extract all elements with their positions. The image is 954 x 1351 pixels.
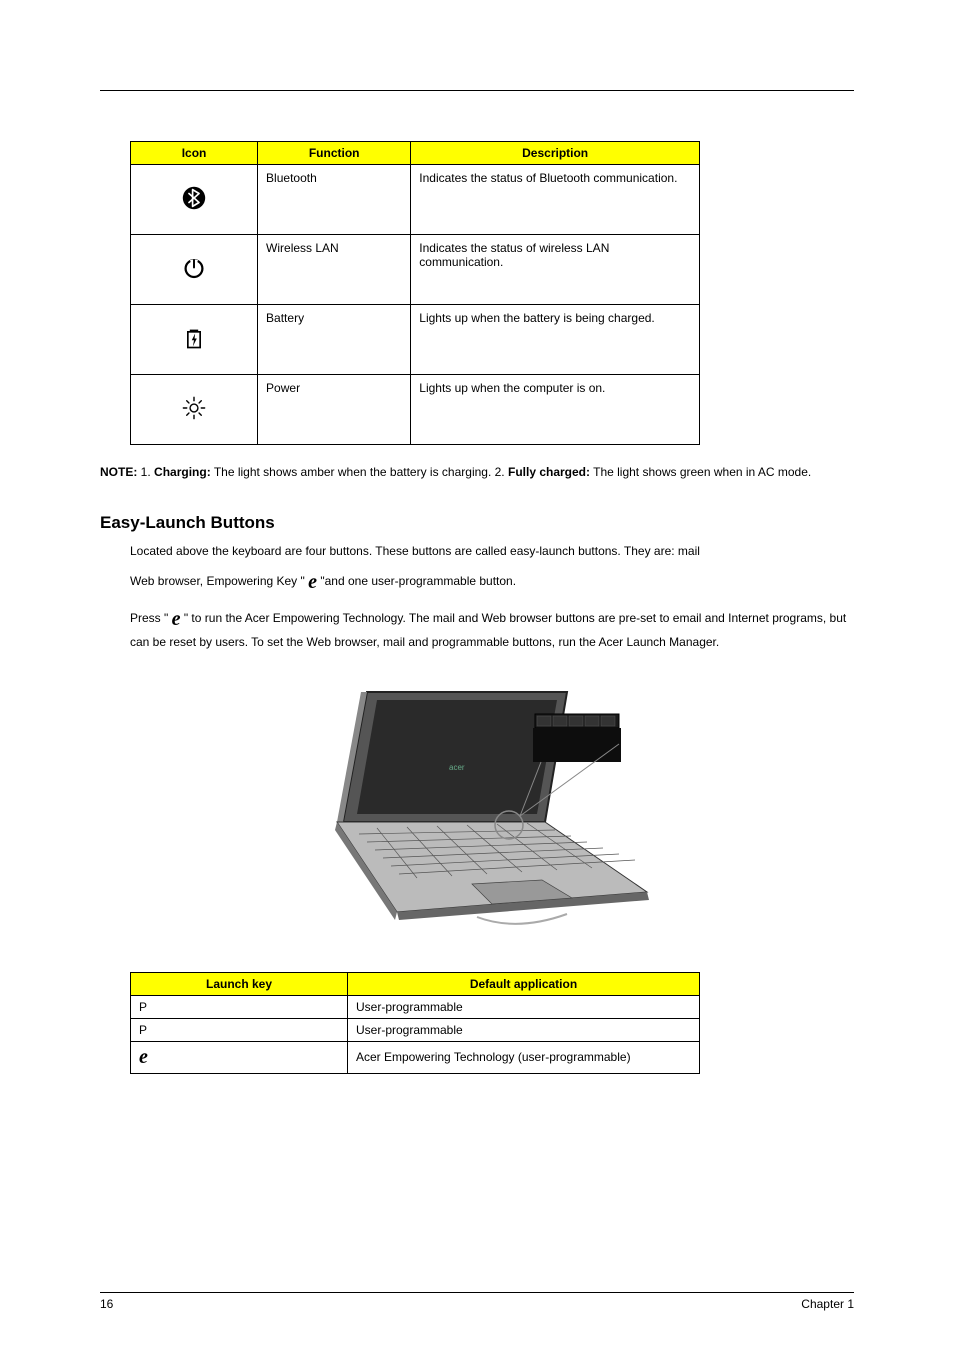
col-defaultapp: Default application: [348, 972, 700, 995]
empowering-key-icon: e: [139, 1046, 148, 1068]
table-row: Wireless LAN Indicates the status of wir…: [131, 235, 700, 305]
launch-app-e: Acer Empowering Technology (user-program…: [348, 1041, 700, 1073]
empowering-key-icon: e: [172, 608, 181, 630]
section-title: Easy-Launch Buttons: [100, 513, 854, 533]
col-description: Description: [411, 142, 700, 165]
table-row: P User-programmable: [131, 995, 700, 1018]
table-row: Power Lights up when the computer is on.: [131, 375, 700, 445]
desc-power: Lights up when the computer is on.: [411, 375, 700, 445]
desc-wlan: Indicates the status of wireless LAN com…: [411, 235, 700, 305]
paragraph-2: Web browser, Empowering Key " e "and one…: [130, 568, 854, 597]
desc-battery: Lights up when the battery is being char…: [411, 305, 700, 375]
indicator-icons-table: Icon Function Description Bluetooth Indi…: [130, 141, 700, 445]
battery-icon: [180, 324, 208, 352]
launch-key-p1: P: [131, 995, 348, 1018]
laptop-figure: acer: [277, 682, 677, 932]
bluetooth-icon: [180, 184, 208, 212]
paragraph-1: Located above the keyboard are four butt…: [130, 543, 854, 560]
launch-app-p2: User-programmable: [348, 1018, 700, 1041]
table-row: P User-programmable: [131, 1018, 700, 1041]
wireless-lan-icon: [180, 254, 208, 282]
chapter-label: Chapter 1: [801, 1297, 854, 1311]
launch-key-p2: P: [131, 1018, 348, 1041]
col-launchkey: Launch key: [131, 972, 348, 995]
power-icon: [180, 394, 208, 422]
func-bluetooth: Bluetooth: [258, 165, 411, 235]
empowering-key-icon: e: [308, 571, 317, 593]
func-battery: Battery: [258, 305, 411, 375]
table-row: Battery Lights up when the battery is be…: [131, 305, 700, 375]
note-text: NOTE: 1. Charging: The light shows amber…: [100, 465, 854, 479]
desc-bluetooth: Indicates the status of Bluetooth commun…: [411, 165, 700, 235]
table-row: e Acer Empowering Technology (user-progr…: [131, 1041, 700, 1073]
launch-key-e: e: [131, 1041, 348, 1073]
table-row: Bluetooth Indicates the status of Blueto…: [131, 165, 700, 235]
launch-keys-table: Launch key Default application P User-pr…: [130, 972, 700, 1074]
func-power: Power: [258, 375, 411, 445]
col-function: Function: [258, 142, 411, 165]
svg-text:acer: acer: [449, 763, 465, 772]
launch-app-p1: User-programmable: [348, 995, 700, 1018]
col-icon: Icon: [131, 142, 258, 165]
func-wlan: Wireless LAN: [258, 235, 411, 305]
page-footer: 16 Chapter 1: [100, 1292, 854, 1311]
paragraph-3: Press " e " to run the Acer Empowering T…: [130, 605, 854, 651]
page-number: 16: [100, 1297, 113, 1311]
